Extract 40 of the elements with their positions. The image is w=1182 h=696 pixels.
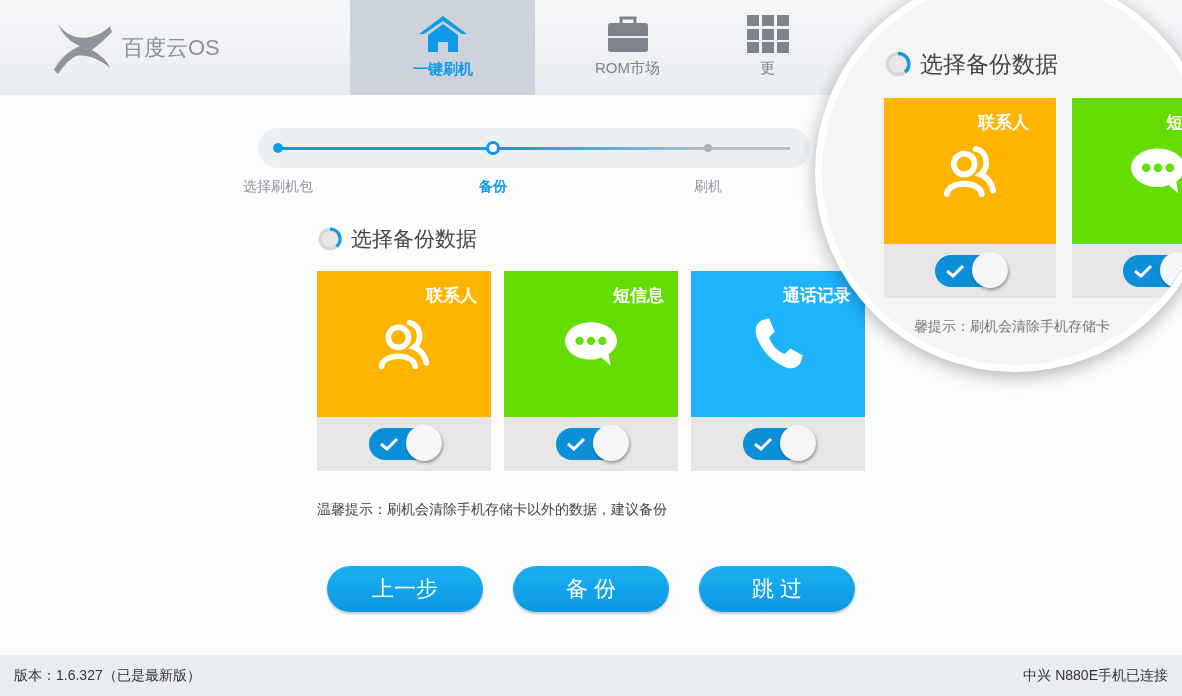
action-button[interactable]: 上一步 (327, 565, 483, 612)
toggle-switch[interactable] (935, 254, 1005, 287)
version-text: 版本：1.6.327（已是最新版） (14, 666, 201, 685)
tile-label: 联系人 (978, 111, 1029, 134)
nav-tab[interactable]: 更 (720, 0, 815, 95)
nav-tab[interactable]: ROM市场 (535, 0, 720, 95)
action-button[interactable]: 备 份 (513, 565, 669, 612)
backup-tile[interactable]: 短信息 (504, 270, 678, 471)
step-label: 刷机 (694, 178, 722, 194)
grid-icon (746, 15, 789, 54)
check-icon (566, 435, 586, 452)
tile-label: 短 (1166, 111, 1182, 134)
spinner-icon (317, 225, 343, 252)
check-icon (753, 435, 773, 452)
toggle-switch[interactable] (743, 427, 813, 460)
tip-text: 温馨提示：刷机会清除手机存储卡以外的数据，建议备份 (317, 499, 668, 519)
tile-label: 短信息 (613, 284, 664, 307)
nav-tab[interactable]: 一键刷机 (350, 0, 535, 95)
toggle-switch[interactable] (1123, 254, 1182, 287)
briefcase-icon (606, 15, 649, 54)
action-button[interactable]: 跳 过 (699, 565, 855, 612)
check-icon (379, 435, 399, 452)
device-status: 中兴 N880E手机已连接 (1023, 666, 1168, 685)
step-label: 选择刷机包 (243, 178, 313, 194)
backup-tile[interactable]: 联系人 (884, 97, 1056, 298)
toggle-switch[interactable] (556, 427, 626, 460)
logo-text: 百度云OS (122, 34, 220, 62)
backup-tile[interactable]: 通话记录 (691, 270, 865, 471)
backup-tile[interactable]: 联系人 (317, 270, 491, 471)
check-icon (945, 262, 965, 279)
check-icon (1133, 262, 1153, 279)
tile-label: 联系人 (426, 284, 477, 307)
section-title: 选择备份数据 (920, 50, 1058, 79)
toggle-switch[interactable] (369, 427, 439, 460)
tile-label: 通话记录 (783, 284, 851, 307)
backup-tile[interactable]: 短 (1072, 97, 1182, 298)
spinner-icon (884, 50, 912, 79)
tip-text: 馨提示：刷机会清除手机存储卡 (914, 316, 1111, 336)
section-title: 选择备份数据 (351, 226, 477, 252)
step-label: 备份 (479, 178, 507, 194)
